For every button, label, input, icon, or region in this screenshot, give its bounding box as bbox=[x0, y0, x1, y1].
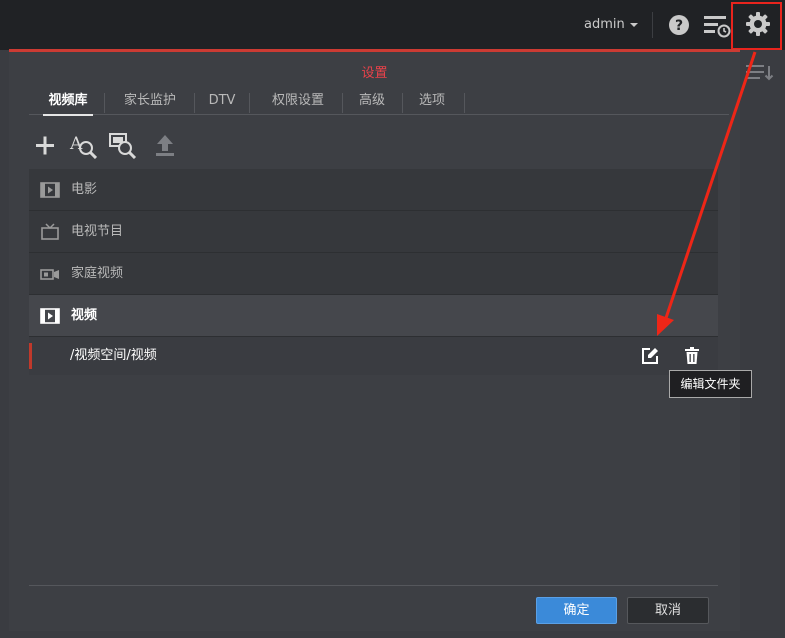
sort-icon[interactable] bbox=[745, 62, 775, 84]
activity-queue-icon[interactable] bbox=[702, 13, 732, 39]
tab-parental-control[interactable]: 家长监护 bbox=[113, 88, 187, 114]
upload-icon[interactable] bbox=[151, 133, 179, 159]
divider bbox=[652, 12, 653, 38]
add-icon[interactable] bbox=[31, 133, 59, 159]
list-item-label: 家庭视频 bbox=[71, 266, 124, 281]
tab-label: DTV bbox=[208, 93, 236, 108]
camera-icon bbox=[40, 269, 59, 280]
tab-divider bbox=[104, 93, 105, 113]
tab-label: 选项 bbox=[418, 93, 445, 108]
refresh-metadata-icon[interactable] bbox=[109, 133, 137, 159]
folder-path: /视频空间/视频 bbox=[70, 348, 157, 363]
tab-divider bbox=[464, 93, 465, 113]
tab-options[interactable]: 选项 bbox=[411, 88, 453, 114]
video-icon bbox=[40, 308, 60, 324]
cancel-button[interactable]: 取消 bbox=[627, 597, 709, 624]
dialog-title: 设置 bbox=[361, 66, 388, 81]
list-item-videos[interactable]: 视频 bbox=[29, 295, 718, 337]
list-item-label: 视频 bbox=[71, 308, 98, 323]
list-item-movies[interactable]: 电影 bbox=[29, 169, 718, 211]
footer-divider bbox=[29, 585, 718, 586]
selection-bar bbox=[29, 343, 32, 369]
tv-icon bbox=[41, 223, 59, 240]
chevron-down-icon bbox=[629, 22, 638, 27]
edit-folder-tooltip: 编辑文件夹 bbox=[669, 370, 752, 398]
top-bar: admin ? bbox=[0, 0, 785, 50]
tab-label: 视频库 bbox=[48, 93, 88, 108]
folder-row[interactable]: /视频空间/视频 bbox=[29, 337, 718, 375]
user-menu[interactable]: admin bbox=[584, 17, 638, 32]
tab-bar: 视频库 家长监护 DTV 权限设置 高级 选项 bbox=[29, 85, 729, 116]
tab-divider bbox=[249, 93, 250, 113]
gear-icon[interactable] bbox=[744, 10, 772, 38]
tab-privileges[interactable]: 权限设置 bbox=[259, 88, 337, 114]
help-icon[interactable]: ? bbox=[668, 14, 690, 36]
tab-active-indicator bbox=[43, 114, 93, 116]
settings-dialog: 设置 视频库 家长监护 DTV 权限设置 高级 选项 A 电影 电视节目 家庭视… bbox=[9, 49, 740, 631]
edit-icon[interactable] bbox=[641, 347, 659, 365]
list-item-tv-shows[interactable]: 电视节目 bbox=[29, 211, 718, 253]
list-item-home-videos[interactable]: 家庭视频 bbox=[29, 253, 718, 295]
tab-dtv[interactable]: DTV bbox=[202, 88, 242, 114]
tab-label: 权限设置 bbox=[271, 93, 324, 108]
movie-icon bbox=[40, 182, 60, 198]
tab-label: 家长监护 bbox=[123, 93, 176, 108]
tab-advanced[interactable]: 高级 bbox=[351, 88, 393, 114]
tab-divider bbox=[342, 93, 343, 113]
list-item-label: 电视节目 bbox=[71, 224, 124, 239]
svg-text:?: ? bbox=[675, 18, 683, 34]
rescan-icon[interactable]: A bbox=[69, 133, 97, 159]
list-item-label: 电影 bbox=[71, 182, 98, 197]
tab-divider bbox=[194, 93, 195, 113]
tab-divider bbox=[402, 93, 403, 113]
user-name: admin bbox=[584, 17, 625, 32]
tab-video-library[interactable]: 视频库 bbox=[37, 88, 99, 116]
ok-button[interactable]: 确定 bbox=[536, 597, 617, 624]
trash-icon[interactable] bbox=[683, 347, 701, 365]
tab-label: 高级 bbox=[358, 93, 385, 108]
